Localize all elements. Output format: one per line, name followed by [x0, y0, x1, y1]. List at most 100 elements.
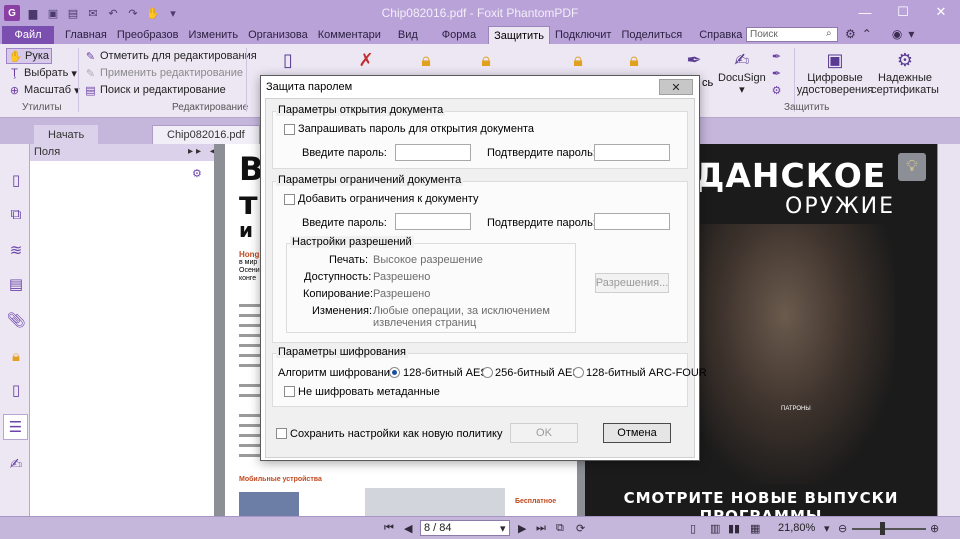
zoom-level[interactable]: 21,80%	[778, 522, 815, 534]
algo-aes256-radio[interactable]	[482, 367, 493, 378]
trusted-certificates-button[interactable]: ⚙ Надежные сертификаты	[871, 48, 939, 96]
tab-comment[interactable]: Комментари	[313, 26, 386, 44]
pages-icon[interactable]: ⧉	[6, 204, 26, 224]
lightbulb-icon[interactable]: 💡︎	[898, 153, 926, 181]
continuous-facing-icon[interactable]: ▦	[750, 522, 760, 535]
tab-document[interactable]: Chip082016.pdf	[152, 125, 260, 144]
tab-file[interactable]: Файл	[2, 26, 54, 44]
facing-page-icon[interactable]: ▮▮	[728, 522, 740, 535]
hand-tool-icon[interactable]: ✋	[146, 6, 160, 20]
page-icon[interactable]: ▯	[6, 170, 26, 190]
tab-start[interactable]: Начать	[34, 125, 99, 144]
tab-organize[interactable]: Организова	[243, 26, 313, 44]
remove-security-button[interactable]: ✗	[354, 48, 378, 72]
cover-label: ПАТРОНЫ	[781, 406, 811, 412]
email-icon[interactable]: ✉	[86, 6, 100, 20]
next-page-icon[interactable]: ▶	[518, 522, 526, 535]
attachment-icon[interactable]: 📎︎	[6, 310, 26, 330]
minimize-button[interactable]: —	[846, 0, 884, 24]
zoom-slider[interactable]	[852, 528, 926, 530]
open-password-input[interactable]	[395, 144, 471, 161]
algo-aes128-radio[interactable]	[389, 367, 400, 378]
tab-edit[interactable]: Изменить	[183, 26, 243, 44]
ok-button[interactable]: OK	[510, 423, 578, 443]
tab-protect[interactable]: Защитить	[488, 26, 550, 44]
restrict-password-input[interactable]	[395, 213, 471, 230]
redo-icon[interactable]: ↷	[126, 6, 140, 20]
search-icon[interactable]: ⌕	[826, 28, 836, 40]
require-open-password-checkbox[interactable]	[284, 124, 295, 135]
undo-icon[interactable]: ↶	[106, 6, 120, 20]
signature-icon[interactable]: ✍	[6, 454, 26, 474]
digital-ids-button[interactable]: ▣ Цифровые удостоверения	[797, 48, 873, 96]
zoom-in-icon[interactable]: ⊕	[930, 522, 939, 535]
search-input[interactable]: Поиск	[746, 27, 838, 42]
zoom-out-icon[interactable]: ⊖	[838, 522, 847, 535]
sign-settings-button[interactable]: ⚙	[770, 82, 783, 98]
save-policy-checkbox[interactable]	[276, 428, 287, 439]
previous-page-icon[interactable]: ◀	[404, 522, 412, 535]
single-page-icon[interactable]: ▯	[690, 522, 696, 535]
sign-document-button[interactable]: ✒	[682, 48, 706, 72]
tab-view[interactable]: Вид	[386, 26, 430, 44]
restrict-confirm-input[interactable]	[594, 213, 670, 230]
search-and-redact-button[interactable]: ▤ Поиск и редактирование	[84, 82, 226, 98]
tab-help[interactable]: Справка	[687, 26, 754, 44]
dialog-close-button[interactable]: ✕	[659, 79, 693, 95]
chevron-up-icon[interactable]: ⌃	[862, 27, 872, 41]
no-metadata-checkbox[interactable]	[284, 386, 295, 397]
tab-share[interactable]: Поделиться	[616, 26, 687, 44]
chevron-down-icon[interactable]: ▾	[908, 27, 914, 41]
fields-icon[interactable]: ☰	[3, 414, 28, 440]
validate-signature-button[interactable]: ✒	[770, 48, 783, 64]
extract-page-icon[interactable]: ⧉	[556, 522, 564, 535]
hand-tool-button[interactable]: ✋ Рука	[6, 48, 53, 64]
open-folder-icon[interactable]: ▆	[26, 6, 40, 20]
certificate-lock-button[interactable]: 🔒︎	[474, 48, 498, 72]
secure-doc-button[interactable]: ▯	[276, 48, 300, 72]
close-button[interactable]: ✕	[922, 0, 960, 24]
open-confirm-input[interactable]	[594, 144, 670, 161]
tab-convert[interactable]: Преобразов	[112, 26, 184, 44]
zoom-tool-button[interactable]: ⊕ Масштаб ▾	[8, 82, 80, 98]
last-page-icon[interactable]: ⏭	[536, 522, 546, 535]
add-restrictions-checkbox[interactable]	[284, 194, 295, 205]
print-icon[interactable]: ▤	[66, 6, 80, 20]
save-icon[interactable]: ▣	[46, 6, 60, 20]
timestamp-button[interactable]: ✒	[770, 65, 783, 81]
user-icon[interactable]: ◉	[892, 27, 902, 41]
gear-icon[interactable]: ⚙	[845, 27, 856, 41]
tab-form[interactable]: Форма	[430, 26, 488, 44]
field-options-icon[interactable]: ⚙	[192, 167, 202, 180]
settings-icon: ⚙	[771, 84, 782, 97]
permissions-button[interactable]: Разрешения...	[595, 273, 669, 293]
chevron-down-icon: ▾	[71, 67, 77, 80]
continuous-page-icon[interactable]: ▥	[710, 522, 720, 535]
docusign-button[interactable]: ✍ DocuSign ▾	[718, 48, 766, 96]
password-lock-button[interactable]: 🔒︎	[414, 48, 438, 72]
select-tool-button[interactable]: Ţ Выбрать ▾	[8, 65, 77, 81]
page-dropdown-icon[interactable]: ▾	[500, 522, 506, 535]
zoom-dropdown-icon[interactable]: ▾	[824, 522, 830, 535]
apply-redaction-button[interactable]: ✎ Применить редактирование	[84, 65, 243, 81]
customize-arrow-icon[interactable]: ▾	[166, 6, 180, 20]
tab-connect[interactable]: Подключит	[550, 26, 616, 44]
tab-home[interactable]: Главная	[60, 26, 112, 44]
algo-arcfour-radio[interactable]	[573, 367, 584, 378]
page-number-field[interactable]: 8 / 84	[420, 520, 510, 536]
document-info-icon[interactable]: ▯	[6, 380, 26, 400]
no-metadata-label: Не шифровать метаданные	[298, 386, 440, 398]
layers-icon[interactable]: ≋	[6, 240, 26, 260]
cancel-button[interactable]: Отмена	[603, 423, 671, 443]
vertical-scrollbar[interactable]	[938, 144, 960, 516]
first-page-icon[interactable]: ⏮	[384, 522, 394, 535]
mark-for-redaction-button[interactable]: ✎ Отметить для редактирования	[84, 48, 257, 64]
rms-lock-2-button[interactable]: 🔒︎	[622, 48, 646, 72]
lock-icon[interactable]: 🔒︎	[6, 346, 26, 366]
rotate-page-icon[interactable]: ⟳	[576, 522, 585, 535]
rms-lock-button[interactable]: 🔒︎	[566, 48, 590, 72]
zoom-slider-thumb[interactable]	[880, 522, 885, 535]
maximize-button[interactable]: ☐	[884, 0, 922, 24]
comments-icon[interactable]: ▤	[6, 274, 26, 294]
page-text-2: Осени	[239, 267, 260, 274]
